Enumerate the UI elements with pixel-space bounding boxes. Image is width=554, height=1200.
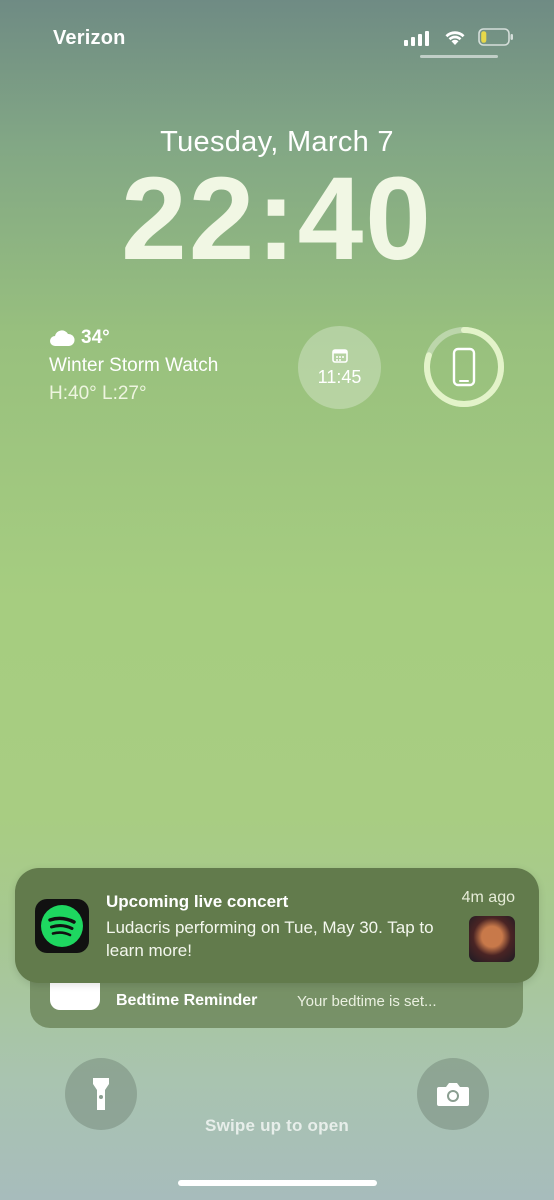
camera-icon	[437, 1083, 469, 1106]
wifi-icon	[445, 31, 465, 45]
alarm-widget[interactable]: 11:45	[298, 326, 381, 409]
notification-body: Ludacris performing on Tue, May 30. Tap …	[106, 918, 434, 960]
notification-spotify[interactable]: Upcoming live concert 4m ago Ludacris pe…	[15, 868, 539, 983]
home-indicator[interactable]	[178, 1180, 377, 1186]
alarm-time: 11:45	[317, 366, 362, 387]
calendar-icon	[331, 348, 348, 363]
spotify-icon	[41, 905, 83, 947]
notification-time: 4m ago	[461, 889, 515, 906]
spotify-app-icon	[35, 899, 89, 953]
signal-icon	[404, 30, 432, 46]
weather-condition: Winter Storm Watch	[49, 355, 219, 376]
swipe-hint: Swipe up to open	[205, 1116, 349, 1135]
notification-title: Bedtime Reminder	[116, 992, 258, 1009]
cloud-icon	[50, 330, 75, 346]
phone-icon	[452, 347, 476, 387]
battery-icon	[478, 28, 513, 46]
weather-temperature: 34°	[81, 327, 110, 348]
flashlight-icon	[93, 1078, 109, 1110]
carrier-label: Verizon	[53, 27, 126, 49]
status-underline	[420, 55, 498, 58]
notification-title: Upcoming live concert	[106, 892, 289, 911]
artist-thumbnail	[469, 916, 515, 962]
weather-high-low: H:40° L:27°	[49, 383, 147, 404]
notification-body: Your bedtime is set...	[297, 993, 437, 1010]
clock-time: 22:40	[121, 153, 433, 285]
battery-widget[interactable]	[422, 325, 506, 409]
weather-widget[interactable]: 34° Winter Storm Watch H:40° L:27°	[49, 327, 218, 405]
